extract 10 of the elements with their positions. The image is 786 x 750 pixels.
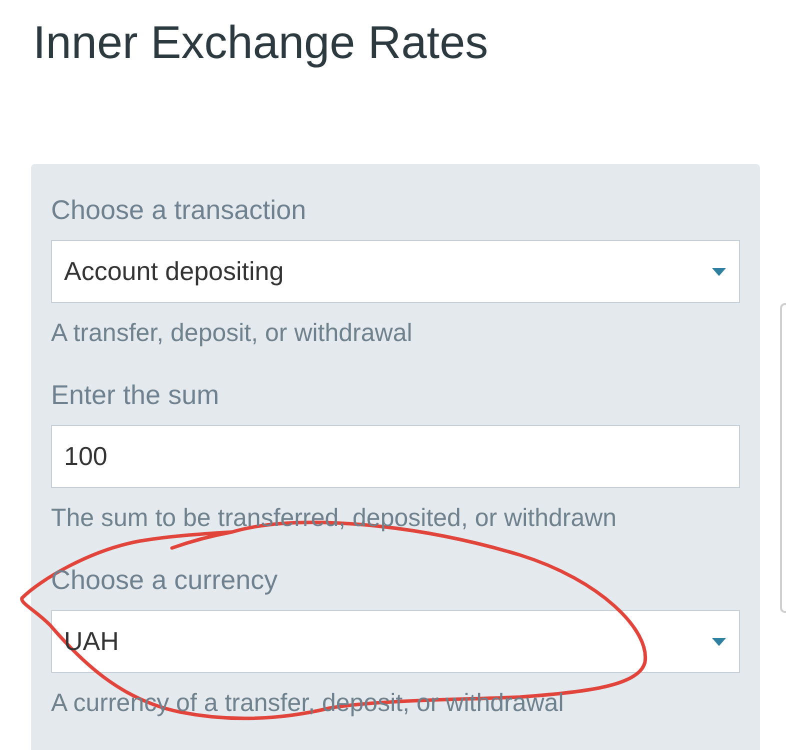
field-label: Enter the sum (51, 379, 220, 412)
page-title: Inner Exchange Rates (33, 16, 488, 69)
help-text: A transfer, deposit, or withdrawal (51, 318, 412, 348)
dropdown-field[interactable]: UAH (51, 610, 740, 673)
caret-icon (712, 638, 726, 646)
field-label: Choose a currency (51, 564, 278, 597)
caret-icon (712, 268, 726, 276)
text-input-field[interactable]: 100 (51, 425, 740, 488)
dropdown-field[interactable]: Account depositing (51, 240, 740, 303)
field-label: Choose a transaction (51, 194, 306, 227)
